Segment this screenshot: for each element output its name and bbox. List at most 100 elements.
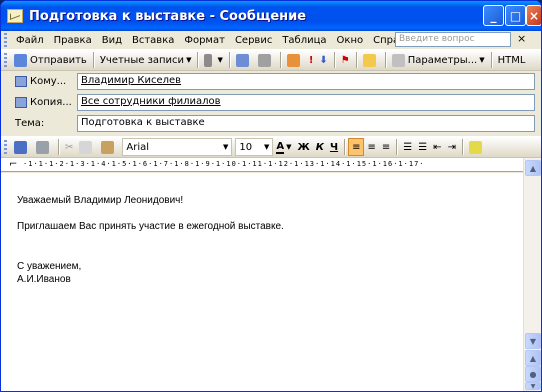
font-value: Arial <box>126 141 150 153</box>
toolbar-separator <box>355 52 357 68</box>
vertical-scrollbar[interactable]: ▲ ▼ ▲ ● ▼ <box>523 158 541 391</box>
address-book-button[interactable] <box>233 51 255 69</box>
previous-page-icon[interactable]: ▲ <box>525 350 541 366</box>
ruler: ⌐ ·1·1·1·2·1·3·1·4·1·5·1·6·1·7·1·8·1·9·1… <box>1 158 523 172</box>
menu-insert[interactable]: Вставка <box>127 35 179 46</box>
toolbar-grip-icon[interactable] <box>4 53 7 67</box>
flag-button[interactable] <box>284 51 306 69</box>
menu-file[interactable]: Файл <box>11 35 49 46</box>
format-select[interactable]: HTML <box>495 51 529 69</box>
close-button[interactable]: × <box>526 5 541 26</box>
options-icon <box>391 53 405 67</box>
cc-row: Копия... Все сотрудники филиалов <box>1 92 541 112</box>
options-label: Параметры... <box>407 54 478 66</box>
close-document-icon[interactable]: × <box>517 32 526 45</box>
send-button[interactable]: Отправить <box>11 51 90 69</box>
decrease-indent-button[interactable]: ⇤ <box>430 138 444 156</box>
folder-button[interactable] <box>360 51 382 69</box>
exclamation-icon: ! <box>308 54 314 66</box>
chevron-down-icon: ▼ <box>223 143 229 151</box>
subject-field[interactable]: Подготовка к выставке <box>77 114 535 132</box>
flag-icon <box>286 53 300 67</box>
menu-tools[interactable]: Сервис <box>230 35 277 46</box>
cc-field[interactable]: Все сотрудники филиалов <box>77 93 535 111</box>
menu-table[interactable]: Таблица <box>277 35 331 46</box>
maximize-button[interactable]: □ <box>505 5 526 26</box>
message-header: Кому... Владимир Киселев Копия... Все со… <box>1 71 541 135</box>
numbering-button[interactable]: ☰ <box>400 138 415 156</box>
toolbar-grip-icon[interactable] <box>4 140 7 154</box>
align-right-button[interactable]: ≡ <box>379 138 393 156</box>
copy-icon <box>79 140 93 154</box>
italic-button[interactable]: К <box>313 138 327 156</box>
menu-format[interactable]: Формат <box>179 35 230 46</box>
toolbar-separator <box>344 139 346 155</box>
align-left-button[interactable]: ≡ <box>348 138 365 156</box>
bold-button[interactable]: Ж <box>295 138 313 156</box>
increase-indent-button[interactable]: ⇥ <box>445 138 459 156</box>
outlook-message-window: Подготовка к выставке - Сообщение _ □ × … <box>0 0 542 392</box>
send-icon <box>14 53 27 67</box>
print-button[interactable] <box>33 138 55 156</box>
accounts-button[interactable]: Учетные записи ▼ <box>97 51 195 69</box>
to-field[interactable]: Владимир Киселев <box>77 72 535 90</box>
next-page-icon[interactable]: ▼ <box>525 382 541 390</box>
help-search-input[interactable]: Введите вопрос <box>395 32 511 47</box>
tab-stop-icon[interactable]: ⌐ <box>9 159 17 170</box>
message-body[interactable]: Уважаемый Владимир Леонидович! Приглашае… <box>1 173 523 391</box>
body-greeting: Уважаемый Владимир Леонидович! <box>17 195 184 206</box>
cc-recipient[interactable]: Все сотрудники филиалов <box>81 96 221 107</box>
scroll-down-icon[interactable]: ▼ <box>525 333 541 349</box>
align-right-icon: ≡ <box>381 141 391 153</box>
body-signature: А.И.Иванов <box>17 274 71 285</box>
message-icon <box>7 9 23 23</box>
follow-up-button[interactable]: ⚑ <box>338 51 353 69</box>
check-names-button[interactable] <box>255 51 277 69</box>
size-value: 10 <box>239 141 253 153</box>
body-text: Приглашаем Вас принять участие в ежегодн… <box>17 221 284 232</box>
underline-button[interactable]: Ч <box>327 138 341 156</box>
importance-low-button[interactable]: ⬇ <box>316 51 330 69</box>
size-select[interactable]: 10 ▼ <box>235 138 274 156</box>
chevron-down-icon: ▼ <box>186 56 192 64</box>
paste-button[interactable] <box>98 138 120 156</box>
cc-label: Копия... <box>30 96 72 108</box>
align-center-icon: ≡ <box>367 141 376 153</box>
attach-button[interactable]: ▼ <box>201 51 225 69</box>
font-color-button[interactable]: A ▼ <box>273 138 294 156</box>
menu-window[interactable]: Окно <box>332 35 369 46</box>
copy-button <box>76 138 98 156</box>
to-recipient[interactable]: Владимир Киселев <box>81 75 181 86</box>
save-button[interactable] <box>11 138 33 156</box>
address-book-icon <box>235 53 249 67</box>
cc-button[interactable]: Копия... <box>1 96 77 108</box>
paperclip-icon <box>204 53 213 67</box>
menu-edit[interactable]: Правка <box>49 35 97 46</box>
scroll-up-icon[interactable]: ▲ <box>525 160 541 176</box>
align-center-button[interactable]: ≡ <box>364 138 378 156</box>
menu-grip-icon[interactable] <box>4 33 7 47</box>
title-bar[interactable]: Подготовка к выставке - Сообщение _ □ × <box>1 1 541 31</box>
to-button[interactable]: Кому... <box>1 75 77 87</box>
bullets-button[interactable]: ☰ <box>415 138 430 156</box>
numbered-list-icon: ☰ <box>403 141 413 153</box>
font-color-icon: A <box>276 140 285 154</box>
subject-row: Тема: Подготовка к выставке <box>1 113 541 133</box>
options-button[interactable]: Параметры... ▼ <box>389 51 488 69</box>
highlight-button[interactable] <box>466 138 488 156</box>
importance-high-button[interactable]: ! <box>306 51 317 69</box>
chevron-down-icon: ▼ <box>286 143 292 151</box>
align-left-icon: ≡ <box>352 141 361 153</box>
menu-view[interactable]: Вид <box>97 35 127 46</box>
body-closing: С уважением, <box>17 261 82 272</box>
address-book-icon <box>15 96 27 108</box>
toolbar-separator <box>279 52 281 68</box>
font-select[interactable]: Arial ▼ <box>122 138 233 156</box>
toolbar-separator <box>384 52 386 68</box>
subject-label: Тема: <box>15 117 45 129</box>
select-browse-object-icon[interactable]: ● <box>525 366 541 382</box>
chevron-down-icon: ▼ <box>264 143 270 151</box>
chevron-down-icon: ▼ <box>217 56 223 64</box>
format-value: HTML <box>497 54 526 66</box>
minimize-button[interactable]: _ <box>483 5 504 26</box>
